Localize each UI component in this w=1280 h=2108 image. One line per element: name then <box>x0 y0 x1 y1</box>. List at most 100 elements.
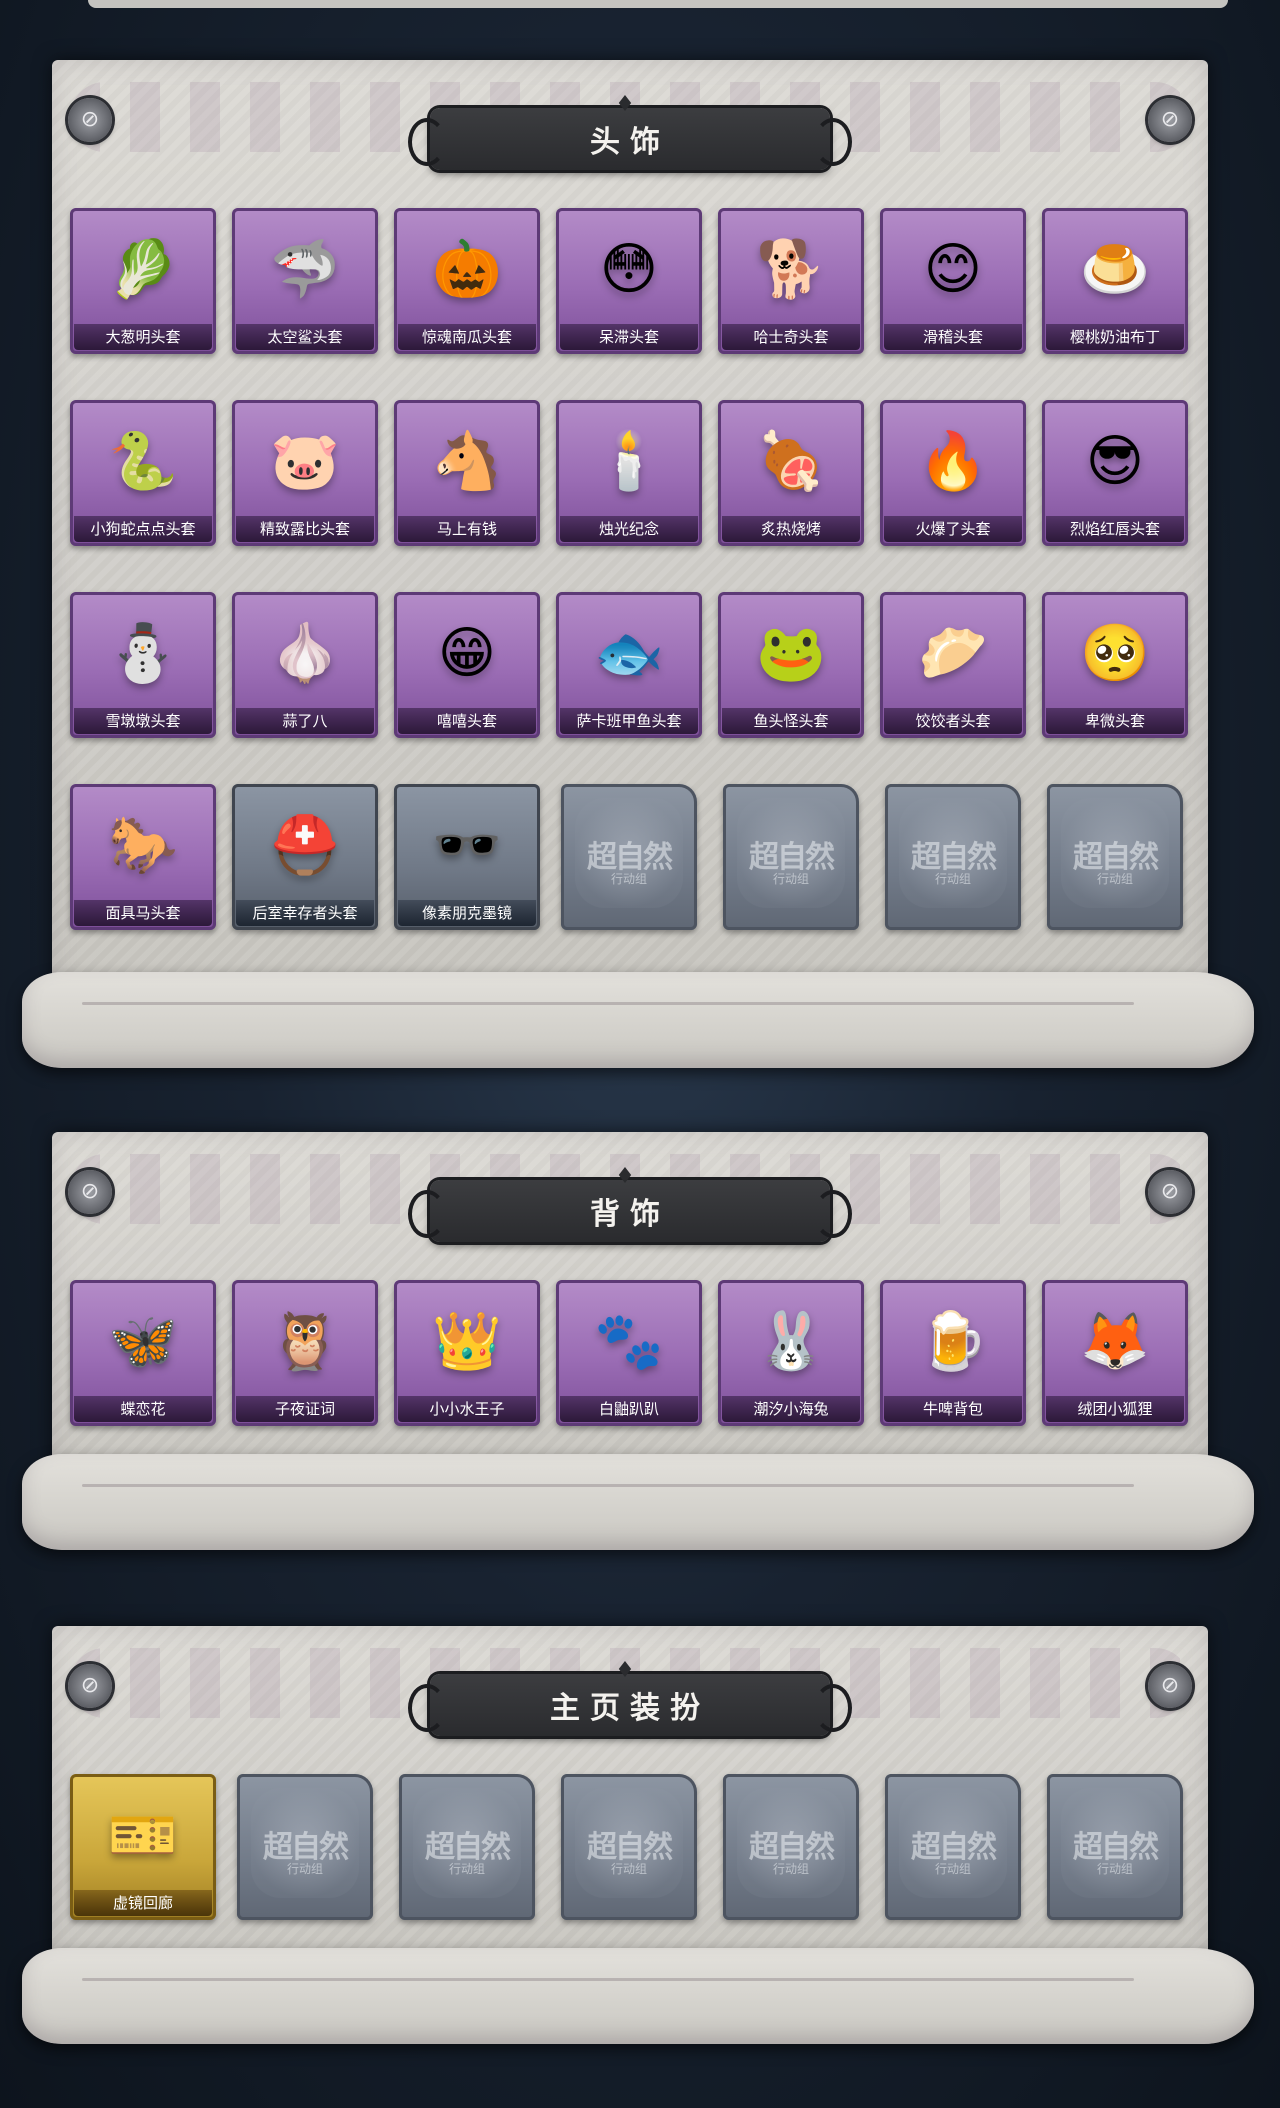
item-card[interactable]: 🧄 蒜了八 <box>232 592 378 738</box>
item-slot[interactable]: 🍖 炙热烧烤 <box>718 400 864 546</box>
empty-slot: 超自然 行动组 <box>880 784 1026 930</box>
item-slot[interactable]: 🕶️ 像素朋克墨镜 <box>394 784 540 930</box>
item-slot[interactable]: 🐍 小狗蛇点点头套 <box>70 400 216 546</box>
compass-ornament-icon: ⊘ <box>68 1664 112 1708</box>
item-card[interactable]: 😊 滑稽头套 <box>880 208 1026 354</box>
item-slot[interactable]: 😳 呆滞头套 <box>556 208 702 354</box>
item-card[interactable]: 🐴 马上有钱 <box>394 400 540 546</box>
item-slot[interactable]: 🥟 饺饺者头套 <box>880 592 1026 738</box>
item-slot[interactable]: 😊 滑稽头套 <box>880 208 1026 354</box>
item-slot[interactable]: 😎 烈焰红唇头套 <box>1042 400 1188 546</box>
item-label: 子夜证词 <box>236 1396 374 1422</box>
item-label: 太空鲨头套 <box>236 324 374 350</box>
item-slot[interactable]: 🐟 萨卡班甲鱼头套 <box>556 592 702 738</box>
item-card[interactable]: 🦉 子夜证词 <box>232 1280 378 1426</box>
item-card[interactable]: 🍮 樱桃奶油布丁 <box>1042 208 1188 354</box>
item-label: 虚镜回廊 <box>74 1890 212 1916</box>
item-card[interactable]: 🦊 绒团小狐狸 <box>1042 1280 1188 1426</box>
item-slot[interactable]: 😁 嘻嘻头套 <box>394 592 540 738</box>
item-card[interactable]: 😁 嘻嘻头套 <box>394 592 540 738</box>
item-slot[interactable]: 🐕 哈士奇头套 <box>718 208 864 354</box>
item-slot[interactable]: 🦋 蝶恋花 <box>70 1280 216 1426</box>
item-slot[interactable]: 🎫 虚镜回廊 <box>70 1774 216 1920</box>
item-slot[interactable]: 🧄 蒜了八 <box>232 592 378 738</box>
watermark-subtitle: 行动组 <box>286 1862 323 1876</box>
item-card[interactable]: 🐷 精致露比头套 <box>232 400 378 546</box>
item-label: 潮汐小海兔 <box>722 1396 860 1422</box>
item-slot[interactable]: 🦊 绒团小狐狸 <box>1042 1280 1188 1426</box>
item-slot[interactable]: 🦉 子夜证词 <box>232 1280 378 1426</box>
item-card[interactable]: 🐾 白鼬趴趴 <box>556 1280 702 1426</box>
item-card[interactable]: 🕯️ 烛光纪念 <box>556 400 702 546</box>
item-card[interactable]: 🐟 萨卡班甲鱼头套 <box>556 592 702 738</box>
item-slot[interactable]: 🐾 白鼬趴趴 <box>556 1280 702 1426</box>
item-label: 烈焰红唇头套 <box>1046 516 1184 542</box>
item-card[interactable]: 🐍 小狗蛇点点头套 <box>70 400 216 546</box>
item-slot[interactable]: 🎃 惊魂南瓜头套 <box>394 208 540 354</box>
empty-slot-card: 超自然 行动组 <box>1047 1774 1183 1920</box>
empty-slot-card: 超自然 行动组 <box>1047 784 1183 930</box>
item-slot[interactable]: 🐸 鱼头怪头套 <box>718 592 864 738</box>
item-slot[interactable]: 🕯️ 烛光纪念 <box>556 400 702 546</box>
item-slot[interactable]: 🦈 太空鲨头套 <box>232 208 378 354</box>
humble-face-icon: 🥺 <box>1080 621 1150 686</box>
item-label: 炙热烧烤 <box>722 516 860 542</box>
item-label: 卑微头套 <box>1046 708 1184 734</box>
item-slot[interactable]: 🔥 火爆了头套 <box>880 400 1026 546</box>
compass-ornament-icon: ⊘ <box>1148 1664 1192 1708</box>
item-card[interactable]: ⛑️ 后室幸存者头套 <box>232 784 378 930</box>
item-slot[interactable]: 🥺 卑微头套 <box>1042 592 1188 738</box>
item-card[interactable]: 🦋 蝶恋花 <box>70 1280 216 1426</box>
item-label: 精致露比头套 <box>236 516 374 542</box>
panel-section-1: ⊘ ⊘ ♦ 头饰 🥬 大葱明头套 🦈 太空鲨头套 🎃 惊魂南瓜头套 😳 呆滞头套 🐕 哈士奇头套 😊 滑稽头套… <box>22 60 1254 1080</box>
item-card[interactable]: 🎫 虚镜回廊 <box>70 1774 216 1920</box>
section-title: 主页装扮 <box>550 1691 710 1726</box>
item-slot[interactable]: 🐴 马上有钱 <box>394 400 540 546</box>
snake-head-icon: 🐍 <box>108 429 178 494</box>
item-slot[interactable]: 🐷 精致露比头套 <box>232 400 378 546</box>
item-card[interactable]: 🍖 炙热烧烤 <box>718 400 864 546</box>
item-card[interactable]: 🔥 火爆了头套 <box>880 400 1026 546</box>
item-card[interactable]: 🦈 太空鲨头套 <box>232 208 378 354</box>
item-slot[interactable]: 🍺 牛啤背包 <box>880 1280 1026 1426</box>
watermark-subtitle: 行动组 <box>610 1862 647 1876</box>
item-slot[interactable]: 🍮 樱桃奶油布丁 <box>1042 208 1188 354</box>
item-card[interactable]: ⛄ 雪墩墩头套 <box>70 592 216 738</box>
item-label: 呆滞头套 <box>560 324 698 350</box>
item-card[interactable]: 🥬 大葱明头套 <box>70 208 216 354</box>
item-card[interactable]: 🥺 卑微头套 <box>1042 592 1188 738</box>
item-card[interactable]: 🐰 潮汐小海兔 <box>718 1280 864 1426</box>
item-card[interactable]: 🐕 哈士奇头套 <box>718 208 864 354</box>
empty-slot: 超自然 行动组 <box>1042 1774 1188 1920</box>
empty-slot-card: 超自然 行动组 <box>723 784 859 930</box>
section-title-banner: ♦ 背饰 <box>408 1164 852 1242</box>
item-card[interactable]: 👑 小小水王子 <box>394 1280 540 1426</box>
item-card[interactable]: 🎃 惊魂南瓜头套 <box>394 208 540 354</box>
compass-ornament-icon: ⊘ <box>68 1170 112 1214</box>
item-slot[interactable]: 🐰 潮汐小海兔 <box>718 1280 864 1426</box>
item-card[interactable]: 🍺 牛啤背包 <box>880 1280 1026 1426</box>
item-slot[interactable]: 👑 小小水王子 <box>394 1280 540 1426</box>
item-slot[interactable]: ⛑️ 后室幸存者头套 <box>232 784 378 930</box>
pumpkin-head-icon: 🎃 <box>432 237 502 302</box>
item-card[interactable]: 🐸 鱼头怪头套 <box>718 592 864 738</box>
item-card[interactable]: 🥟 饺饺者头套 <box>880 592 1026 738</box>
item-card[interactable]: 😎 烈焰红唇头套 <box>1042 400 1188 546</box>
section-title-banner: ♦ 主页装扮 <box>408 1658 852 1736</box>
item-label: 马上有钱 <box>398 516 536 542</box>
item-card[interactable]: 😳 呆滞头套 <box>556 208 702 354</box>
item-slot[interactable]: 🐎 面具马头套 <box>70 784 216 930</box>
candle-icon: 🕯️ <box>594 429 664 494</box>
item-slot[interactable]: ⛄ 雪墩墩头套 <box>70 592 216 738</box>
fire-head-icon: 🔥 <box>918 429 988 494</box>
funny-face-icon: 😊 <box>923 237 983 302</box>
pudding-icon: 🍮 <box>1080 237 1150 302</box>
empty-slot-card: 超自然 行动组 <box>237 1774 373 1920</box>
empty-slot: 超自然 行动组 <box>556 784 702 930</box>
item-label: 蒜了八 <box>236 708 374 734</box>
item-slot[interactable]: 🥬 大葱明头套 <box>70 208 216 354</box>
empty-slot: 超自然 行动组 <box>718 784 864 930</box>
item-card[interactable]: 🕶️ 像素朋克墨镜 <box>394 784 540 930</box>
item-card[interactable]: 🐎 面具马头套 <box>70 784 216 930</box>
crest-icon: ♦ <box>615 1658 645 1683</box>
